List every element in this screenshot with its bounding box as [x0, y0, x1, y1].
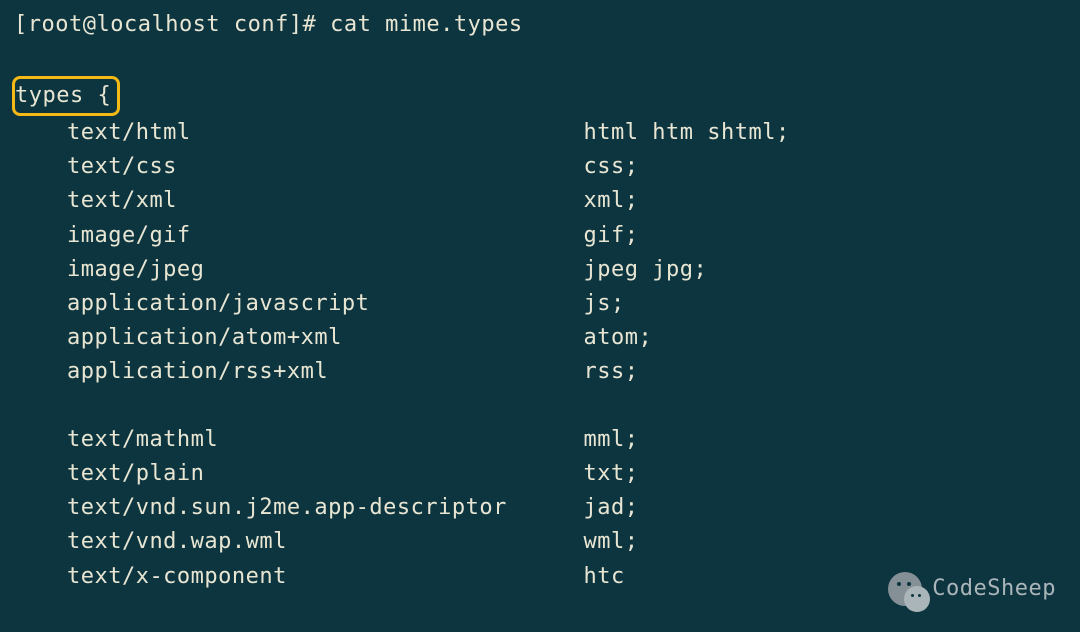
extensions: wml;	[584, 525, 1066, 559]
mime-entries-group-2: text/mathmlmml;text/plaintxt;text/vnd.su…	[14, 423, 1066, 593]
mime-type: application/javascript	[67, 287, 584, 321]
mime-entry: text/csscss;	[14, 150, 1066, 184]
mime-type: application/rss+xml	[67, 355, 584, 389]
mime-entry: text/vnd.sun.j2me.app-descriptorjad;	[14, 491, 1066, 525]
extensions: txt;	[584, 457, 1066, 491]
mime-entry: text/mathmlmml;	[14, 423, 1066, 457]
mime-type: text/xml	[67, 184, 584, 218]
mime-entries-group-1: text/htmlhtml htm shtml;text/csscss;text…	[14, 116, 1066, 389]
mime-type: image/jpeg	[67, 253, 584, 287]
watermark: CodeSheep	[888, 572, 1056, 606]
mime-type: text/mathml	[67, 423, 584, 457]
mime-entry: application/atom+xmlatom;	[14, 321, 1066, 355]
extensions: atom;	[584, 321, 1066, 355]
blank-line	[14, 389, 1066, 423]
extensions: rss;	[584, 355, 1066, 389]
extensions: xml;	[584, 184, 1066, 218]
extensions: mml;	[584, 423, 1066, 457]
mime-entry: text/vnd.wap.wmlwml;	[14, 525, 1066, 559]
highlighted-token: types {	[12, 76, 120, 116]
extensions: css;	[584, 150, 1066, 184]
mime-type: text/vnd.sun.j2me.app-descriptor	[67, 491, 584, 525]
extensions: jpeg jpg;	[584, 253, 1066, 287]
blank-line	[14, 42, 1066, 76]
terminal-output: [root@localhost conf]# cat mime.types ty…	[14, 8, 1066, 594]
shell-prompt: [root@localhost conf]# cat mime.types	[14, 8, 1066, 42]
extensions: gif;	[584, 219, 1066, 253]
extensions: js;	[584, 287, 1066, 321]
mime-entry: application/rss+xmlrss;	[14, 355, 1066, 389]
mime-entry: text/plaintxt;	[14, 457, 1066, 491]
mime-type: application/atom+xml	[67, 321, 584, 355]
mime-type: text/plain	[67, 457, 584, 491]
mime-type: text/x-component	[67, 560, 584, 594]
mime-entry: application/javascriptjs;	[14, 287, 1066, 321]
extensions: jad;	[584, 491, 1066, 525]
mime-entry: text/htmlhtml htm shtml;	[14, 116, 1066, 150]
mime-type: text/css	[67, 150, 584, 184]
mime-type: text/html	[67, 116, 584, 150]
mime-entry: image/gifgif;	[14, 219, 1066, 253]
watermark-text: CodeSheep	[932, 572, 1056, 606]
types-open-brace: types {	[14, 76, 1066, 116]
mime-type: text/vnd.wap.wml	[67, 525, 584, 559]
mime-entry: image/jpegjpeg jpg;	[14, 253, 1066, 287]
mime-type: image/gif	[67, 219, 584, 253]
mime-entry: text/xmlxml;	[14, 184, 1066, 218]
extensions: html htm shtml;	[584, 116, 1066, 150]
wechat-icon	[888, 572, 922, 606]
